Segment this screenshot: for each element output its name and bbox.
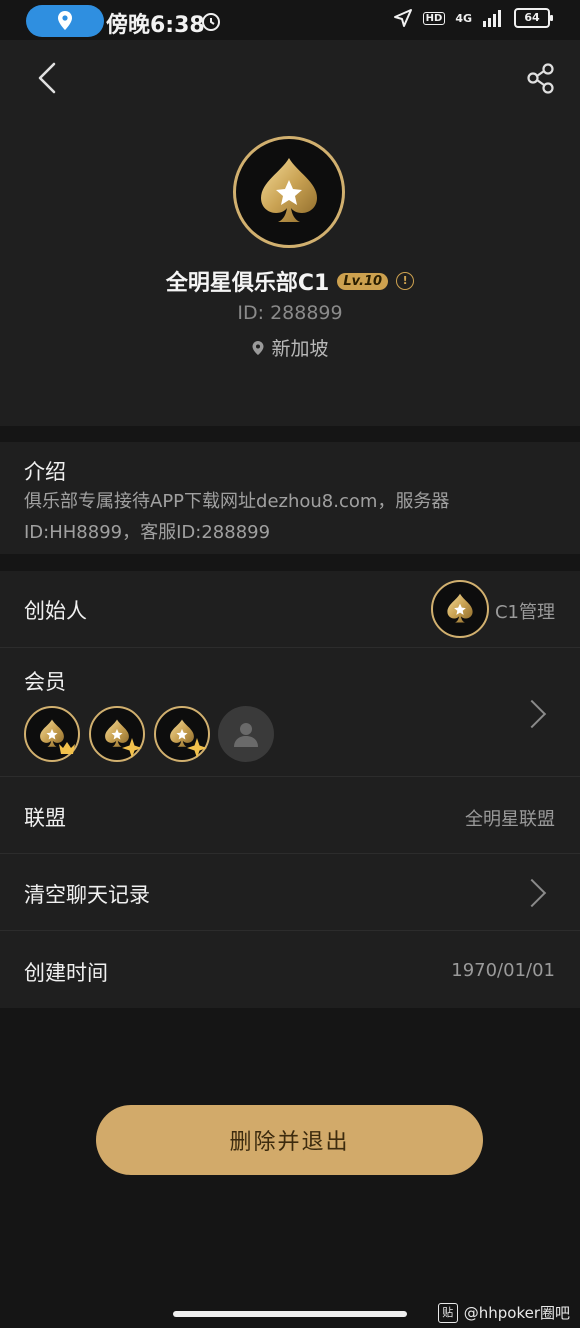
watermark-text: @hhpoker圈吧	[463, 1304, 570, 1322]
location-text: 新加坡	[271, 338, 329, 360]
spade-star-icon	[447, 593, 473, 623]
hd-indicator: HD	[422, 11, 446, 25]
status-time: 傍晚6:38	[106, 13, 205, 38]
watermark-logo: 贴	[437, 1302, 458, 1323]
share-button[interactable]	[522, 60, 562, 100]
founder-row[interactable]: 创始人 C1管理	[0, 571, 580, 647]
club-name: 全明星俱乐部C1	[165, 271, 330, 296]
level-badge: Lv.10	[337, 272, 389, 290]
location-pill	[26, 5, 104, 37]
intro-title: 介绍	[24, 460, 66, 484]
club-logo	[233, 136, 345, 248]
home-indicator[interactable]	[173, 1311, 407, 1317]
spade-star-icon	[261, 158, 317, 222]
sparkle-icon	[187, 738, 207, 758]
map-pin-icon	[252, 340, 264, 355]
sparkle-icon	[122, 738, 142, 758]
delete-exit-button[interactable]: 删除并退出	[96, 1105, 483, 1175]
clear-chat-label: 清空聊天记录	[24, 883, 150, 907]
back-icon	[38, 62, 56, 94]
status-icons: HD 4G 64	[393, 8, 553, 28]
members-row[interactable]: 会员	[0, 648, 580, 776]
founder-label: 创始人	[24, 599, 87, 623]
clear-chat-row[interactable]: 清空聊天记录	[0, 854, 580, 930]
alliance-label: 联盟	[24, 806, 66, 830]
founder-avatar	[431, 580, 489, 638]
share-icon	[527, 63, 554, 94]
club-name-row: 全明星俱乐部C1 Lv.10 !	[0, 264, 580, 298]
created-value: 1970/01/01	[451, 960, 555, 981]
network-indicator: 4G	[455, 11, 472, 25]
crown-icon	[59, 742, 75, 754]
alarm-icon	[202, 13, 220, 31]
founder-name: C1管理	[494, 602, 555, 623]
battery-icon: 64	[514, 8, 553, 28]
member-avatar-default[interactable]	[218, 706, 274, 762]
chevron-right-icon	[517, 699, 547, 729]
alliance-value: 全明星联盟	[465, 809, 555, 830]
alliance-row[interactable]: 联盟 全明星联盟	[0, 777, 580, 853]
navigation-icon	[393, 9, 412, 27]
back-button[interactable]	[30, 58, 70, 98]
members-label: 会员	[24, 670, 66, 694]
club-location: 新加坡	[0, 334, 580, 361]
watermark: 贴 @hhpoker圈吧	[437, 1302, 570, 1323]
battery-level: 64	[524, 11, 540, 24]
intro-text: 俱乐部专属接待APP下载网址dezhou8.com，服务器ID:HH8899，客…	[24, 491, 450, 543]
default-avatar-icon	[234, 723, 258, 747]
created-time-row: 创建时间 1970/01/01	[0, 931, 580, 1008]
chevron-right-icon	[517, 878, 547, 908]
location-icon	[58, 11, 72, 30]
club-id: ID: 288899	[237, 302, 343, 324]
created-label: 创建时间	[24, 961, 108, 985]
signal-icon	[483, 10, 501, 27]
info-icon[interactable]: !	[396, 272, 415, 290]
